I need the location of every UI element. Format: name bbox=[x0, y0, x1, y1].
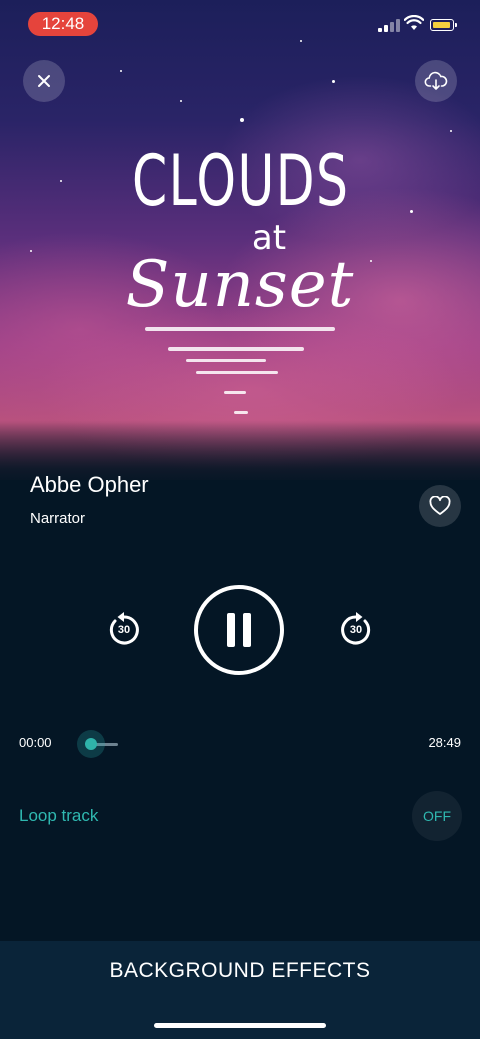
artwork-title-line3: Sunset bbox=[125, 248, 355, 322]
artist-role: Narrator bbox=[30, 510, 86, 527]
playback-controls: 30 30 bbox=[0, 585, 480, 677]
status-bar: 12:48 bbox=[0, 0, 480, 46]
artwork-streak bbox=[145, 327, 335, 331]
artwork-streak bbox=[234, 411, 248, 414]
pause-icon-bar bbox=[243, 613, 251, 647]
rewind-seconds: 30 bbox=[117, 624, 131, 636]
loop-toggle[interactable]: OFF bbox=[412, 791, 462, 841]
background-effects-label: BACKGROUND EFFECTS bbox=[109, 959, 371, 982]
progress-row: 00:00 28:49 bbox=[0, 730, 480, 758]
close-button[interactable] bbox=[23, 60, 65, 102]
track-info: Abbe Opher Narrator bbox=[30, 472, 149, 527]
pause-button[interactable] bbox=[194, 585, 284, 675]
forward-seconds: 30 bbox=[349, 624, 363, 636]
home-indicator bbox=[154, 1023, 326, 1028]
elapsed-time: 00:00 bbox=[19, 735, 52, 750]
favorite-button[interactable] bbox=[419, 485, 461, 527]
artwork-streak bbox=[224, 391, 246, 394]
artwork-title-line1: CLOUDS bbox=[132, 140, 350, 222]
close-icon bbox=[38, 75, 50, 87]
background-effects-bar[interactable]: BACKGROUND EFFECTS bbox=[0, 941, 480, 1039]
artwork-title: CLOUDS at Sunset bbox=[90, 130, 390, 430]
loop-track-label: Loop track bbox=[19, 806, 99, 825]
cellular-signal-icon bbox=[378, 18, 402, 32]
cloud-download-icon bbox=[424, 71, 448, 90]
cover-artwork: CLOUDS at Sunset bbox=[0, 0, 480, 480]
artwork-streak bbox=[168, 347, 304, 351]
wifi-icon bbox=[404, 15, 424, 30]
artwork-streak bbox=[196, 371, 278, 374]
artist-name: Abbe Opher bbox=[30, 472, 149, 497]
status-time: 12:48 bbox=[28, 12, 98, 36]
total-duration: 28:49 bbox=[428, 735, 461, 750]
rewind-30-button[interactable]: 30 bbox=[106, 610, 142, 650]
forward-30-button[interactable]: 30 bbox=[338, 610, 374, 650]
artwork-streak bbox=[186, 359, 266, 362]
progress-thumb[interactable] bbox=[85, 738, 97, 750]
battery-icon bbox=[430, 19, 457, 31]
download-button[interactable] bbox=[415, 60, 457, 102]
heart-icon bbox=[429, 496, 451, 515]
pause-icon bbox=[227, 613, 235, 647]
